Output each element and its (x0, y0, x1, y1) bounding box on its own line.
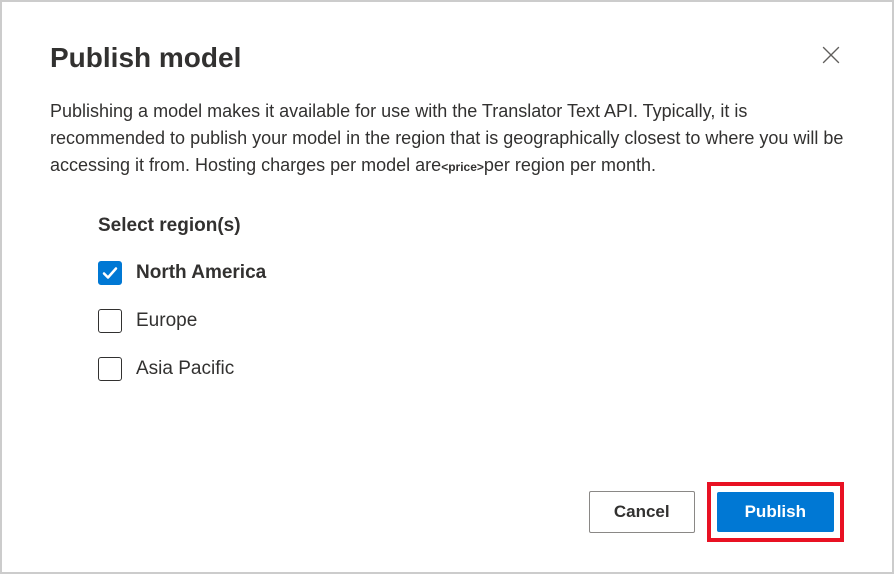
checkbox-asia-pacific[interactable] (98, 357, 122, 381)
checkbox-north-america[interactable] (98, 261, 122, 285)
region-option-europe[interactable]: Europe (98, 309, 844, 333)
regions-label: Select region(s) (98, 215, 844, 237)
publish-button[interactable]: Publish (717, 492, 834, 532)
description-text-2: per region per month. (484, 155, 656, 175)
publish-highlight-frame: Publish (707, 482, 844, 542)
dialog-header: Publish model (50, 42, 844, 74)
publish-model-dialog: Publish model Publishing a model makes i… (2, 2, 892, 572)
cancel-button[interactable]: Cancel (589, 491, 695, 533)
region-option-north-america[interactable]: North America (98, 261, 844, 285)
region-label-asia-pacific: Asia Pacific (136, 358, 234, 380)
dialog-title: Publish model (50, 42, 241, 74)
dialog-description: Publishing a model makes it available fo… (50, 98, 844, 179)
checkmark-icon (102, 265, 118, 281)
close-icon (822, 47, 840, 69)
region-label-north-america: North America (136, 262, 266, 284)
regions-section: Select region(s) North America Europe (50, 215, 844, 405)
region-option-asia-pacific[interactable]: Asia Pacific (98, 357, 844, 381)
region-label-europe: Europe (136, 310, 197, 332)
dialog-footer: Cancel Publish (50, 482, 844, 542)
price-placeholder: <price> (441, 160, 484, 174)
checkbox-europe[interactable] (98, 309, 122, 333)
close-button[interactable] (818, 42, 844, 72)
